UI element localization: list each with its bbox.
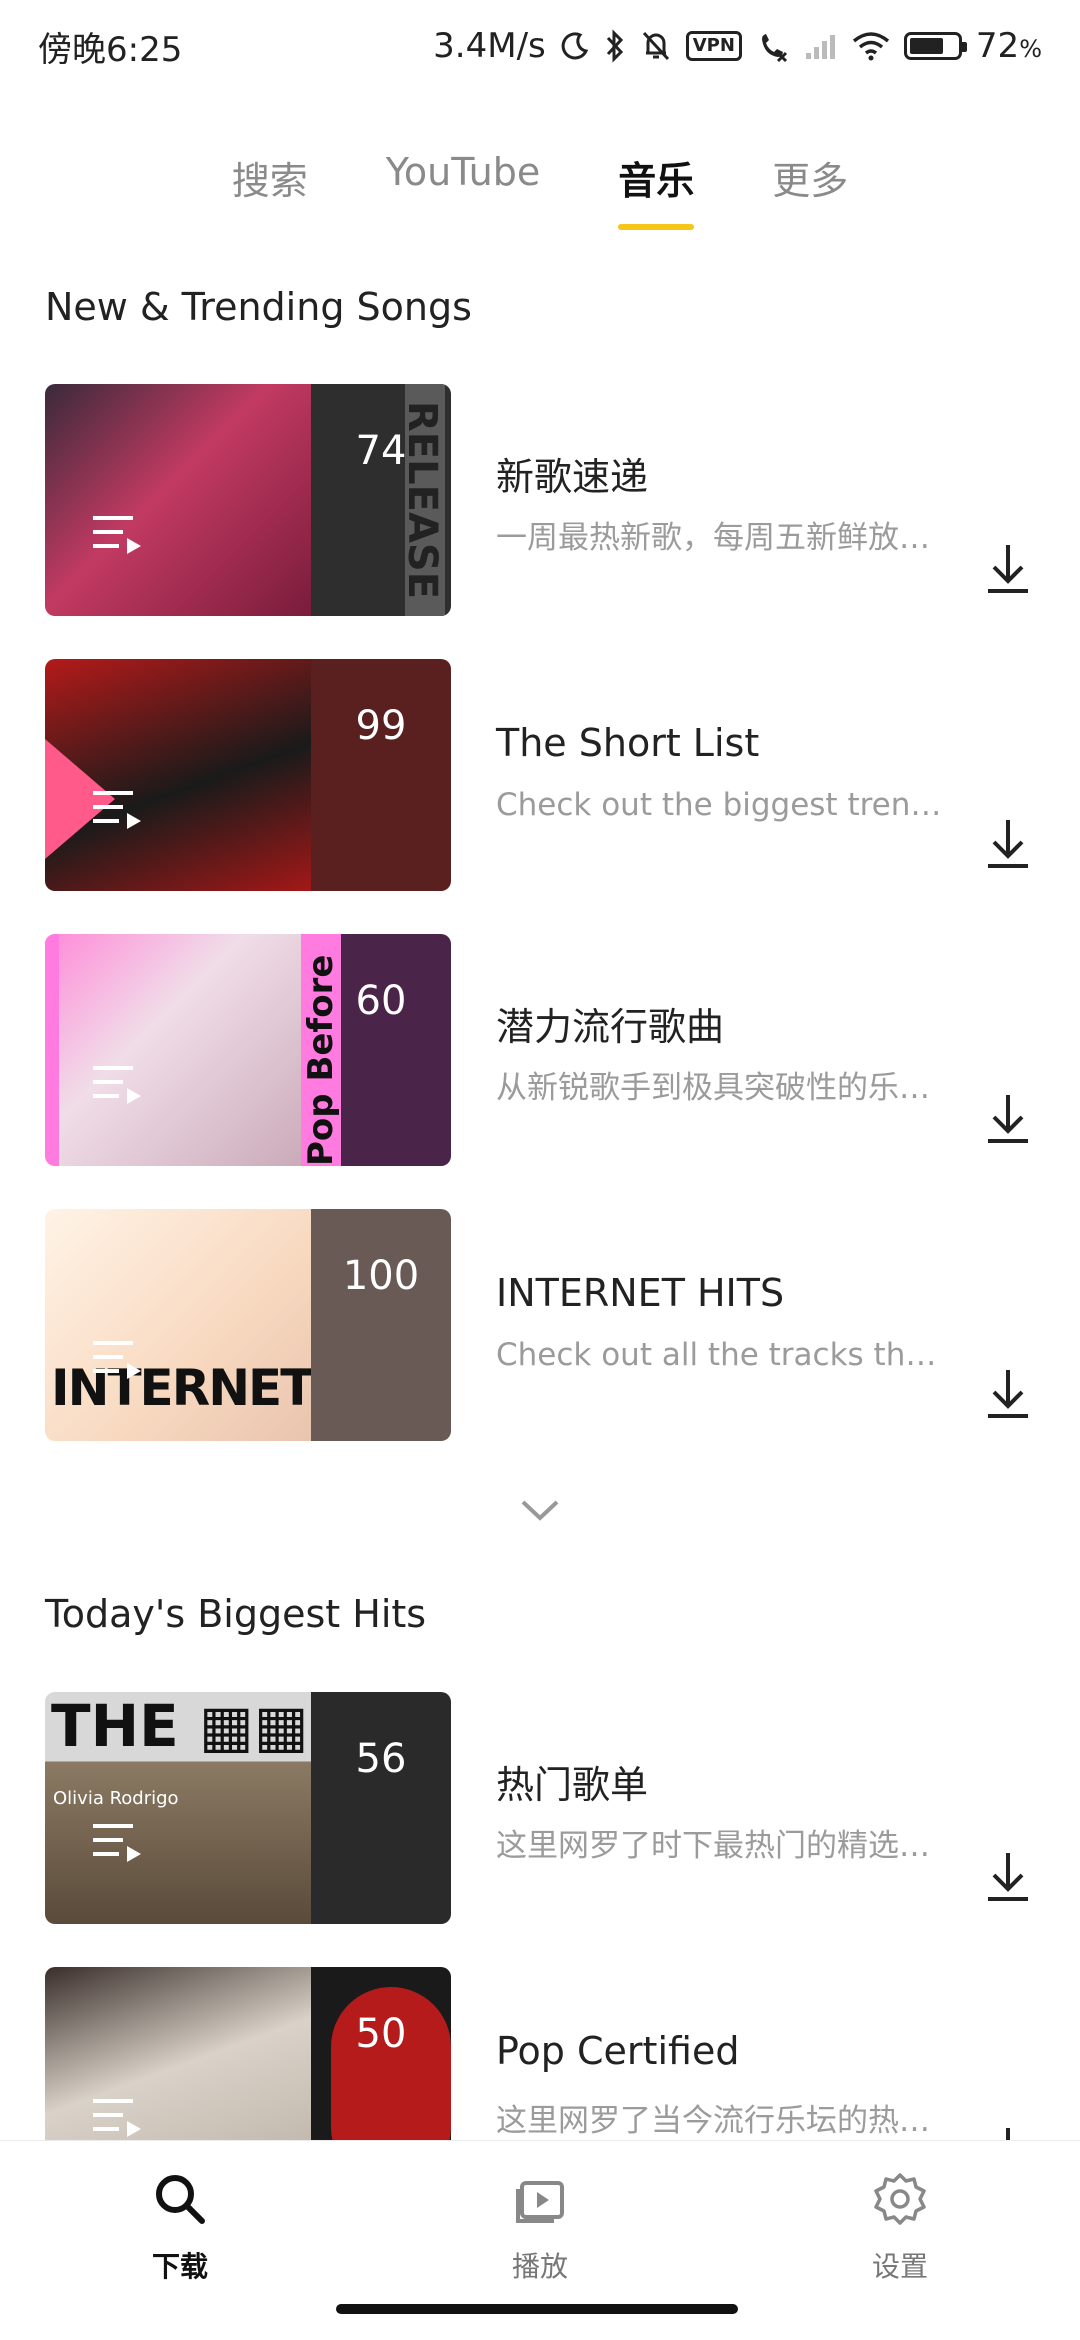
cover-pop-before-text: Pop Before Bre [301,934,341,1166]
network-speed: 3.4M/s [433,26,546,66]
playlist-description: 一周最热新歌，每周五新鲜放… [496,520,930,556]
top-tab-bar: 搜索 YouTube 音乐 更多 [0,150,1080,250]
playlist-track-count: 56 [355,1736,407,1782]
do-not-disturb-moon-icon [560,31,590,61]
status-icons: 3.4M/s VPN 72% [433,26,1042,66]
playlist-description: 这里网罗了时下最热门的精选… [496,1828,930,1864]
wifi-icon [852,31,890,61]
playlist-queue-icon [93,2099,141,2137]
nav-label: 播放 [511,2250,568,2283]
download-icon[interactable] [982,814,1034,874]
section-title-new-trending: New & Trending Songs [45,285,472,329]
playlist-row[interactable]: 99 The Short List Check out the biggest … [0,659,1080,891]
playlist-row[interactable]: INTERNET 100 INTERNET HITS Check out all… [0,1209,1080,1441]
tab-search[interactable]: 搜索 [232,150,308,240]
battery-icon [903,32,967,60]
vpn-badge: VPN [685,31,742,61]
battery-level-fill [909,38,943,54]
tab-youtube[interactable]: YouTube [386,150,541,240]
playlist-track-count: 74 [355,428,407,474]
playlist-description: Check out all the tracks th… [496,1337,937,1373]
cover-artist-text: Olivia Rodrigo [53,1788,179,1809]
playlist-row[interactable]: THE ▦▦ LIST Olivia Rodrigo 56 热门歌单 这里网罗了… [0,1692,1080,1924]
playlist-cover-art [45,659,311,891]
playlist-thumbnail[interactable]: INTERNET 100 [45,1209,451,1441]
playlist-title: 热门歌单 [496,1763,649,1807]
playlist-title: The Short List [496,721,760,765]
playlist-queue-icon [93,1066,141,1104]
status-bar: 傍晚6:25 3.4M/s VPN 72% [0,0,1080,92]
playlist-cover-art [45,934,311,1166]
playlist-row[interactable]: RELEASE 74 新歌速递 一周最热新歌，每周五新鲜放… [0,384,1080,616]
download-icon[interactable] [982,1364,1034,1424]
playlist-title: INTERNET HITS [496,1271,785,1315]
call-forward-icon [756,29,790,63]
playlist-title: 潜力流行歌曲 [496,1005,725,1049]
cover-pink-stripe [45,934,59,1166]
search-icon [156,2175,205,2224]
playlist-row[interactable]: Pop Before Bre 60 潜力流行歌曲 从新锐歌手到极具突破性的乐… [0,934,1080,1166]
playlist-count-panel: Pop Before Bre [301,934,451,1166]
muted-bell-icon [640,29,672,63]
settings-gear-icon [874,2173,926,2225]
playlist-cover-art [45,384,311,616]
playlist-description: 从新锐歌手到极具突破性的乐… [496,1070,930,1106]
playlist-thumbnail[interactable]: 99 [45,659,451,891]
playlist-cover-art: THE ▦▦ LIST Olivia Rodrigo [45,1692,451,1924]
tab-music[interactable]: 音乐 [618,150,695,240]
play-video-icon [516,2181,564,2223]
signal-bars-icon [804,31,838,61]
nav-label: 下载 [151,2250,208,2283]
battery-percent: 72% [975,26,1042,66]
playlist-thumbnail[interactable]: Pop Before Bre 60 [45,934,451,1166]
playlist-track-count: 100 [342,1253,420,1299]
nav-label: 设置 [871,2250,928,2283]
playlist-description: 这里网罗了当今流行乐坛的热… [496,2103,930,2139]
section-title-todays-hits: Today's Biggest Hits [45,1592,427,1636]
playlist-count-panel: RELEASE [311,384,451,616]
playlist-track-count: 50 [355,2011,407,2057]
playlist-count-panel [311,659,451,891]
download-icon[interactable] [982,539,1034,599]
tab-more[interactable]: 更多 [772,150,848,240]
playlist-description: Check out the biggest tren… [496,787,942,823]
playlist-thumbnail[interactable]: THE ▦▦ LIST Olivia Rodrigo 56 [45,1692,451,1924]
playlist-count-panel [311,1209,451,1441]
playlist-cover-art: INTERNET [45,1209,314,1441]
app-screen: 傍晚6:25 3.4M/s VPN 72% 搜索 YouTube 音乐 更多 N… [0,0,1080,2340]
expand-more-chevron-icon[interactable] [519,1498,561,1522]
status-time: 傍晚6:25 [38,29,183,70]
playlist-title: 新歌速递 [496,455,649,499]
playlist-queue-icon [93,1341,141,1379]
home-gesture-bar[interactable] [336,2304,738,2314]
download-icon[interactable] [982,1847,1034,1907]
playlist-track-count: 99 [355,703,407,749]
playlist-title: Pop Certified [496,2029,740,2073]
playlist-queue-icon [93,791,141,829]
playlist-count-panel [311,1692,451,1924]
bluetooth-icon [604,29,626,63]
cover-release-text: RELEASE [405,384,445,616]
playlist-track-count: 60 [355,978,407,1024]
playlist-thumbnail[interactable]: RELEASE 74 [45,384,451,616]
playlist-queue-icon [93,1824,141,1862]
download-icon[interactable] [982,1089,1034,1149]
playlist-queue-icon [93,516,141,554]
